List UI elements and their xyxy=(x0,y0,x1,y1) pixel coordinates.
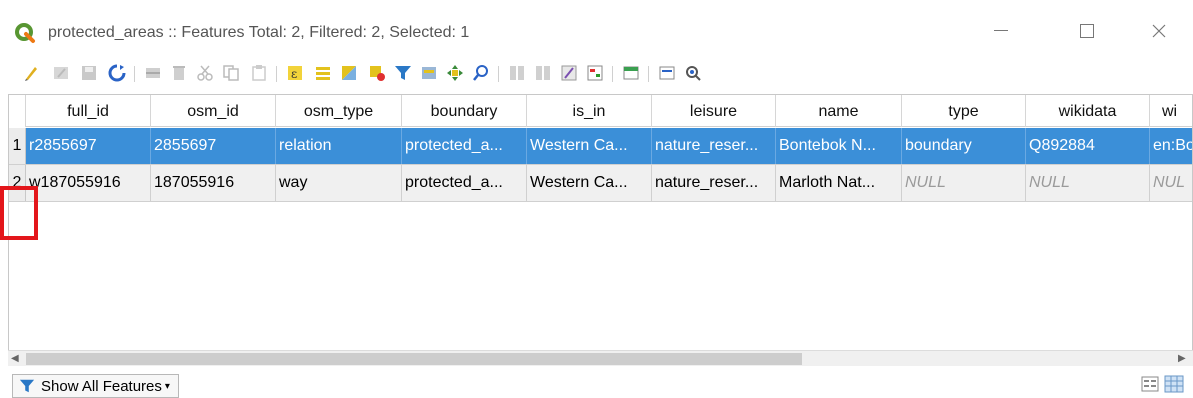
table-cell[interactable]: r2855697 xyxy=(26,128,151,164)
attribute-table-toolbar: ε xyxy=(0,52,1193,94)
table-cell[interactable]: protected_a... xyxy=(402,165,527,201)
table-cell[interactable]: Western Ca... xyxy=(527,165,652,201)
reload-icon[interactable] xyxy=(108,64,126,82)
column-header-is-in[interactable]: is_in xyxy=(527,95,652,127)
select-all-icon[interactable] xyxy=(314,64,332,82)
corner-cell[interactable] xyxy=(9,95,26,127)
table-cell-null[interactable]: NUL xyxy=(1150,165,1192,201)
column-header-boundary[interactable]: boundary xyxy=(402,95,527,127)
row-number[interactable]: 1 xyxy=(9,128,26,164)
copy-icon[interactable] xyxy=(222,64,240,82)
table-cell-null[interactable]: NULL xyxy=(1026,165,1150,201)
highlight-annotation-box xyxy=(0,186,38,240)
table-cell[interactable]: en:Bo xyxy=(1150,128,1192,164)
table-cell[interactable]: Marloth Nat... xyxy=(776,165,902,201)
table-cell[interactable]: 2855697 xyxy=(151,128,276,164)
column-header-wikidata[interactable]: wikidata xyxy=(1026,95,1150,127)
dock-icon[interactable] xyxy=(622,64,640,82)
table-cell[interactable]: 187055916 xyxy=(151,165,276,201)
pan-to-selected-icon[interactable] xyxy=(446,64,464,82)
show-all-features-label: Show All Features xyxy=(41,377,162,395)
table-header: full_id osm_id osm_type boundary is_in l… xyxy=(9,95,1192,127)
window-title: protected_areas :: Features Total: 2, Fi… xyxy=(48,24,470,41)
cut-icon[interactable] xyxy=(196,64,214,82)
conditional-formatting-icon[interactable] xyxy=(586,64,604,82)
window-titlebar: protected_areas :: Features Total: 2, Fi… xyxy=(0,0,1193,52)
deselect-all-icon[interactable] xyxy=(368,64,386,82)
column-header-full-id[interactable]: full_id xyxy=(26,95,151,127)
delete-field-icon[interactable] xyxy=(534,64,552,82)
table-cell[interactable]: way xyxy=(276,165,402,201)
table-cell-null[interactable]: NULL xyxy=(902,165,1026,201)
new-field-icon[interactable] xyxy=(508,64,526,82)
filter-icon[interactable] xyxy=(394,64,412,82)
delete-feature-icon[interactable] xyxy=(170,64,188,82)
table-cell[interactable]: nature_reser... xyxy=(652,128,776,164)
close-icon xyxy=(1152,24,1166,38)
paste-icon[interactable] xyxy=(250,64,268,82)
multi-edit-icon[interactable] xyxy=(52,64,70,82)
close-button[interactable] xyxy=(1136,14,1182,48)
svg-text:ε: ε xyxy=(291,67,297,81)
table-cell[interactable]: Bontebok N... xyxy=(776,128,902,164)
maximize-icon xyxy=(1080,24,1094,38)
table-cell[interactable]: relation xyxy=(276,128,402,164)
chevron-down-icon: ▾ xyxy=(164,380,170,392)
add-feature-icon[interactable] xyxy=(144,64,162,82)
table-cell[interactable]: nature_reser... xyxy=(652,165,776,201)
column-header-wi[interactable]: wi xyxy=(1150,95,1192,127)
scrollbar-thumb[interactable] xyxy=(26,353,802,365)
invert-selection-icon[interactable] xyxy=(340,64,358,82)
table-row[interactable]: 2 w187055916 187055916 way protected_a..… xyxy=(9,165,1192,201)
column-header-osm-id[interactable]: osm_id xyxy=(151,95,276,127)
zoom-to-selected-icon[interactable] xyxy=(472,64,490,82)
column-header-type[interactable]: type xyxy=(902,95,1026,127)
attribute-table[interactable]: full_id osm_id osm_type boundary is_in l… xyxy=(8,94,1193,364)
scroll-right-icon[interactable]: ▶ xyxy=(1178,353,1186,364)
column-header-leisure[interactable]: leisure xyxy=(652,95,776,127)
horizontal-scrollbar[interactable]: ◀ ▶ xyxy=(8,350,1193,366)
show-all-features-button[interactable]: Show All Features ▾ xyxy=(12,374,179,398)
table-row[interactable]: 1 r2855697 2855697 relation protected_a.… xyxy=(9,128,1192,164)
open-field-calculator-icon[interactable] xyxy=(560,64,578,82)
filter-icon xyxy=(19,379,35,393)
table-cell[interactable]: Q892884 xyxy=(1026,128,1150,164)
qgis-logo-icon xyxy=(15,23,35,43)
toggle-editing-icon[interactable] xyxy=(22,64,40,82)
actions-icon[interactable] xyxy=(658,64,676,82)
table-cell[interactable]: protected_a... xyxy=(402,128,527,164)
table-cell[interactable]: boundary xyxy=(902,128,1026,164)
save-edits-icon[interactable] xyxy=(80,64,98,82)
table-cell[interactable]: Western Ca... xyxy=(527,128,652,164)
form-view-icon[interactable] xyxy=(1140,374,1160,394)
scroll-left-icon[interactable]: ◀ xyxy=(11,353,19,364)
minimize-button[interactable] xyxy=(978,14,1024,48)
table-view-icon[interactable] xyxy=(1164,374,1184,394)
move-selection-top-icon[interactable] xyxy=(420,64,438,82)
minimize-icon xyxy=(994,30,1008,31)
attribute-table-footer: Show All Features ▾ xyxy=(0,366,1193,398)
maximize-button[interactable] xyxy=(1064,14,1110,48)
column-header-osm-type[interactable]: osm_type xyxy=(276,95,402,127)
identify-icon[interactable] xyxy=(684,64,702,82)
column-header-name[interactable]: name xyxy=(776,95,902,127)
table-cell[interactable]: w187055916 xyxy=(26,165,151,201)
expression-select-icon[interactable]: ε xyxy=(286,64,304,82)
